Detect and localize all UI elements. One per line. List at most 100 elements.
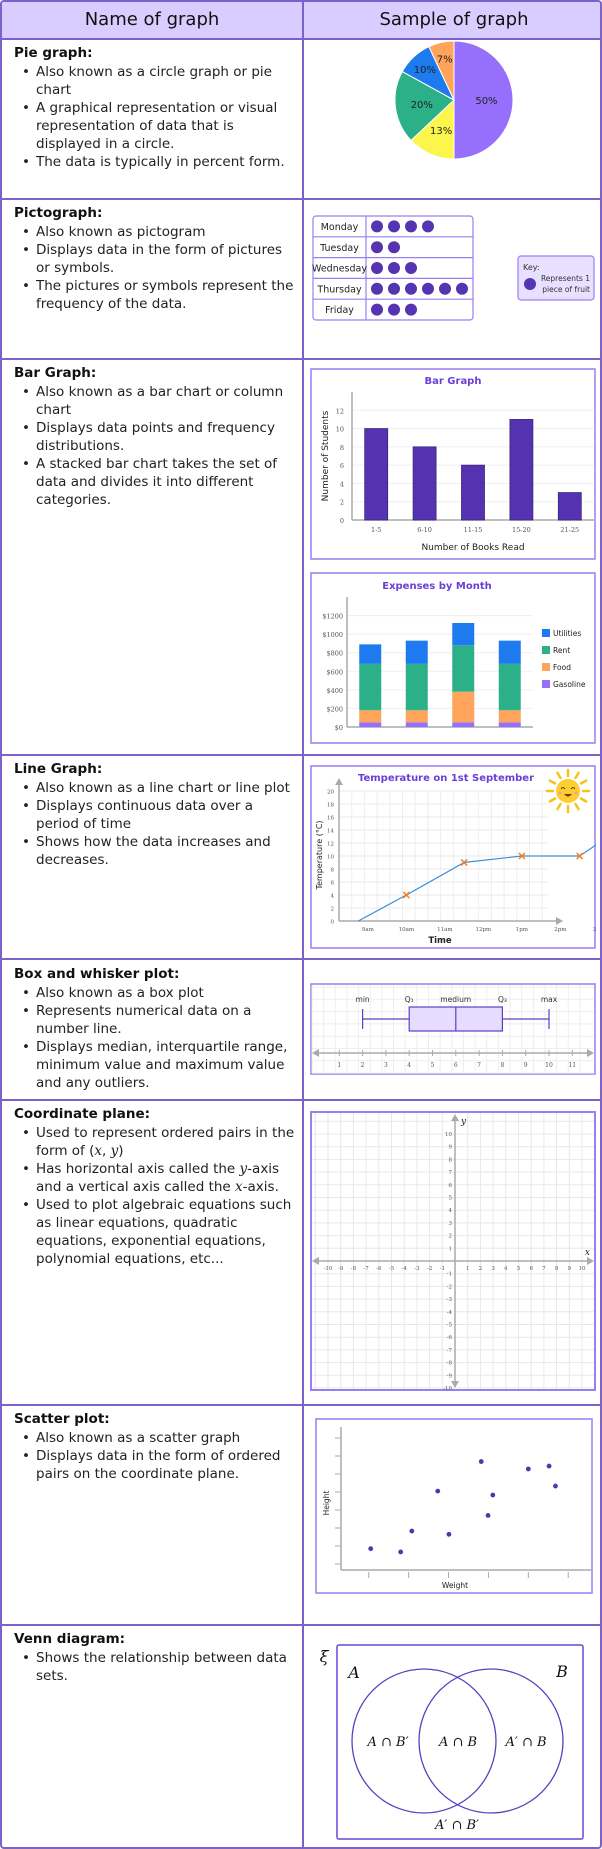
y-tick-label: -1	[447, 1272, 452, 1278]
sun-cheek	[558, 791, 562, 795]
legend-swatch	[542, 646, 550, 654]
row-title: Coordinate plane:	[14, 1106, 151, 1122]
y-tick-label: $400	[326, 687, 343, 695]
y-tick-label: 6	[449, 1183, 453, 1189]
sun-cheek	[574, 791, 578, 795]
set-a-label: A	[346, 1663, 360, 1682]
x-tick-label: 5	[517, 1266, 521, 1272]
pictograph-symbol	[371, 262, 383, 274]
region-b-only: A′ ∩ B	[504, 1735, 546, 1750]
venn-diagram-panel: ξA B A ∩ B′ A ∩ B A′ ∩ B A′ ∩ B′	[304, 1626, 600, 1847]
pictograph-symbol	[371, 220, 383, 233]
bullet: Shows the relationship between data sets…	[14, 1649, 299, 1685]
bullet: Represents numerical data on a number li…	[14, 1002, 299, 1038]
box-label-median: medium	[440, 995, 471, 1004]
x-tick-label: -7	[363, 1266, 369, 1272]
y-tick-label: -2	[447, 1284, 452, 1290]
y-tick-label: $0	[335, 724, 343, 732]
scatter-point	[409, 1528, 415, 1534]
stacked-segment-rent	[359, 663, 382, 711]
y-tick-label: $600	[326, 668, 343, 676]
text: )	[118, 1143, 124, 1159]
x-tick-label: 2	[361, 1062, 365, 1069]
y-tick-label: 12	[336, 407, 344, 415]
stacked-segment-food	[498, 710, 521, 723]
pie-chart: 50% 13% 20% 10%7%	[394, 40, 514, 160]
pie-slice-label: 7%	[437, 55, 453, 66]
x-tick-label: 4	[407, 1062, 411, 1069]
stacked-segment-gasoline	[405, 722, 428, 727]
box-plot: 1 2 3 4 5 6 7 8 9 10 11 min Q₁ medium Q₃ max	[310, 983, 596, 1075]
line-graph-description: Line Graph: Also known as a line chart o…	[14, 760, 299, 869]
x-tick-label: 6-10	[417, 526, 432, 534]
bar	[509, 419, 534, 521]
row-title: Scatter plot:	[14, 1411, 110, 1427]
row-divider	[2, 358, 600, 360]
x-tick-label: -4	[402, 1266, 408, 1272]
legend-label: Gasoline	[553, 680, 586, 689]
math-x: x	[94, 1143, 102, 1159]
row-divider	[2, 1404, 600, 1406]
header-name-of-graph: Name of graph	[84, 9, 220, 30]
row-divider	[2, 754, 600, 756]
x-tick-label: 7	[477, 1062, 481, 1069]
sun-face	[556, 779, 580, 803]
y-tick-label: 20	[327, 790, 334, 796]
pictograph-symbol	[371, 303, 383, 316]
row-title: Pictograph:	[14, 205, 103, 221]
pictograph-symbol	[422, 282, 434, 295]
pictograph-description: Pictograph: Also known as pictogram Disp…	[14, 204, 299, 313]
y-tick-label: -8	[447, 1361, 453, 1367]
y-tick-label: 0	[331, 920, 335, 926]
x-tick-label: -10	[324, 1266, 333, 1272]
y-tick-label: $800	[326, 650, 343, 658]
bullet: Displays data in the form of pictures or…	[14, 241, 299, 277]
y-tick-label: 5	[449, 1196, 453, 1202]
y-tick-label: 1	[449, 1246, 453, 1252]
stacked-bar-panel: Expenses by Month $0 $200 $400 $600 $800 $1000…	[310, 572, 596, 744]
x-tick-label: 7	[542, 1266, 546, 1272]
pictograph-symbol	[388, 262, 400, 274]
scatter-point	[446, 1531, 452, 1537]
x-tick-label: 9am	[362, 927, 375, 933]
legend-label: Utilities	[553, 629, 581, 638]
legend-swatch	[542, 629, 550, 637]
x-tick-label: 9	[524, 1062, 528, 1069]
text: ,	[101, 1143, 111, 1159]
x-tick-label: 10	[579, 1266, 586, 1272]
y-tick-label: 8	[331, 868, 335, 874]
x-tick-label: 3pm	[593, 927, 596, 933]
box-label-q3: Q₃	[498, 995, 507, 1004]
scatter-point	[398, 1549, 404, 1555]
x-tick-label: 5	[431, 1062, 435, 1069]
y-tick-label: -6	[447, 1335, 453, 1341]
scatter-plot-panel: Weight Height	[315, 1418, 593, 1594]
x-tick-label: 10am	[399, 927, 415, 933]
chart-title: Temperature on 1st September	[358, 773, 534, 784]
pictograph-day-label: Wednesday	[312, 264, 367, 275]
key-text: piece of fruit	[542, 285, 590, 294]
y-tick-label: 2	[331, 907, 335, 913]
bullet: The pictures or symbols represent the fr…	[14, 277, 299, 313]
scatter-plot: Weight Height	[315, 1418, 593, 1594]
y-tick-label: 4	[331, 894, 335, 900]
x-tick-label: 11am	[437, 927, 453, 933]
y-tick-label: 12	[327, 842, 334, 848]
bar-chart-panel: Bar Graph 0 2 4 6 8 10 12 1-5 6-10 11-15 15-20 21-25…	[310, 368, 596, 560]
legend-label: Rent	[553, 646, 570, 655]
pictograph-symbol	[405, 262, 417, 274]
bar	[412, 446, 437, 521]
bullet: A stacked bar chart takes the set of dat…	[14, 455, 299, 509]
y-tick-label: -7	[447, 1348, 453, 1354]
pictograph-symbol	[388, 282, 400, 295]
x-axis-label: Time	[428, 936, 452, 946]
y-tick-label: 14	[327, 829, 334, 835]
graph-types-table: Name of graph Sample of graph Pie graph:…	[0, 0, 602, 1849]
stacked-segment-food	[405, 710, 428, 723]
pictograph-symbol	[422, 220, 434, 233]
bullet: Displays data in the form of ordered pai…	[14, 1447, 299, 1483]
row-title: Pie graph:	[14, 45, 93, 61]
x-tick-label: 3	[491, 1266, 495, 1272]
bullet: Has horizontal axis called the y-axis an…	[14, 1160, 299, 1196]
set-b-label: B	[555, 1662, 568, 1681]
